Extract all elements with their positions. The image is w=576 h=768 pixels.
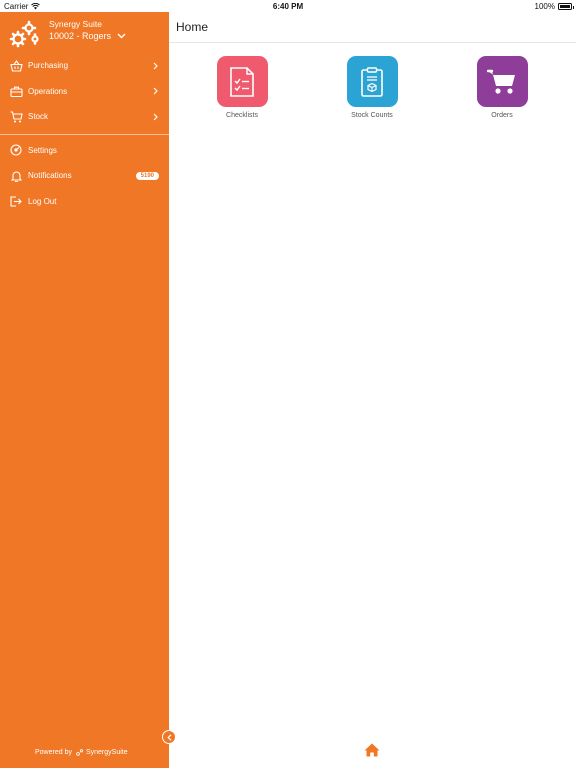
sidebar-item-label: Purchasing [28, 61, 69, 71]
status-time: 6:40 PM [272, 2, 304, 11]
sidebar-item-label: Operations [28, 86, 68, 96]
sidebar: Synergy Suite 10002 - Rogers Purchasing … [0, 12, 169, 768]
store-selector[interactable]: 10002 - Rogers [49, 31, 126, 41]
powered-brand: SynergySuite [75, 748, 128, 757]
battery-icon [558, 3, 574, 10]
sidebar-item-label: Notifications [28, 171, 72, 181]
tile-checklists[interactable]: Checklists [192, 56, 292, 119]
powered-by-label: Powered by [35, 749, 72, 756]
sidebar-item-purchasing[interactable]: Purchasing [0, 53, 169, 79]
powered-by-footer: Powered by SynergySuite [35, 748, 128, 757]
sidebar-item-operations[interactable]: Operations [0, 79, 169, 105]
sidebar-item-label: Log Out [28, 196, 57, 206]
cart-icon [487, 69, 515, 94]
tile-label: Orders [491, 112, 513, 119]
chevron-right-icon [151, 62, 159, 70]
tile-icon-box [216, 56, 268, 107]
cart-icon [9, 110, 23, 124]
notification-count-badge: 5190 [135, 171, 159, 180]
basket-icon [9, 59, 23, 73]
briefcase-icon [9, 84, 23, 98]
bell-icon [9, 169, 23, 183]
status-right: 100% [534, 2, 574, 11]
gears-small-logo-icon [76, 749, 83, 756]
tile-label: Stock Counts [351, 112, 393, 119]
checklist-icon [230, 66, 254, 97]
brand-header[interactable]: Synergy Suite 10002 - Rogers [9, 16, 159, 48]
status-bar: Carrier 6:40 PM 100% [0, 0, 576, 12]
sidebar-item-label: Settings [28, 145, 57, 155]
home-icon [364, 743, 380, 757]
tile-icon-box [476, 56, 528, 107]
sidebar-item-label: Stock [28, 112, 49, 122]
gears-logo-icon [9, 20, 39, 48]
menu-divider [0, 133, 169, 135]
battery-label: 100% [534, 2, 555, 11]
clipboard-box-icon [361, 66, 383, 97]
logout-icon [9, 194, 23, 208]
powered-brand-label: SynergySuite [85, 749, 128, 756]
sidebar-item-notifications[interactable]: Notifications 5190 [0, 163, 169, 189]
sidebar-item-settings[interactable]: Settings [0, 138, 169, 164]
sidebar-menu: Purchasing Operations Stock Settings Not… [0, 53, 169, 214]
page-header: Home [169, 12, 576, 43]
sidebar-item-logout[interactable]: Log Out [0, 189, 169, 215]
tile-stock-counts[interactable]: Stock Counts [322, 56, 422, 119]
tile-icon-box [346, 56, 398, 107]
tile-label: Checklists [226, 112, 258, 119]
brand-name: Synergy Suite [49, 19, 102, 29]
home-tab-button[interactable] [364, 743, 380, 757]
chevron-down-icon [117, 33, 126, 39]
sidebar-item-stock[interactable]: Stock [0, 104, 169, 130]
page-title: Home [176, 20, 209, 34]
settings-dial-icon [9, 143, 23, 157]
main-content: Home Checklists Stock Counts Orders [169, 12, 576, 768]
store-label: 10002 - Rogers [49, 31, 112, 41]
chevron-right-icon [151, 113, 159, 121]
chevron-right-icon [151, 87, 159, 95]
tile-orders[interactable]: Orders [452, 56, 552, 119]
